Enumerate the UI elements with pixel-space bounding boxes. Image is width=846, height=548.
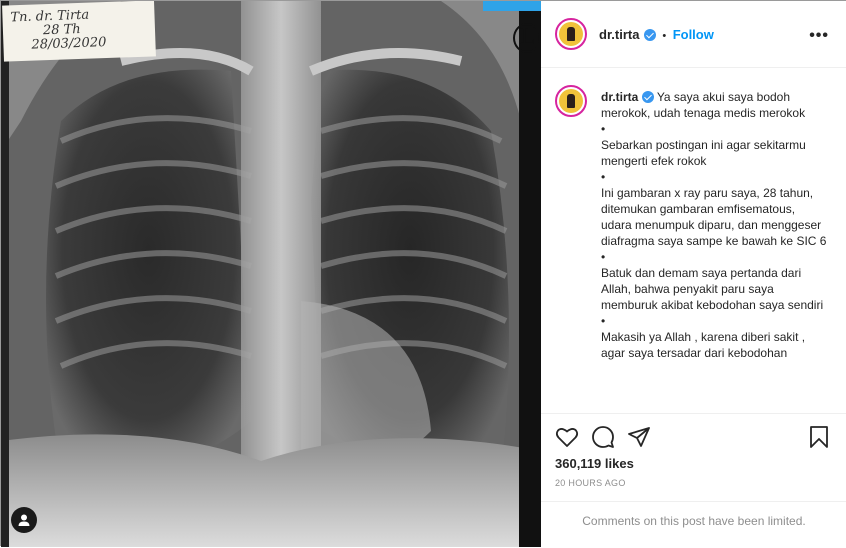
xray-side-marker: L xyxy=(513,23,541,53)
header-separator: • xyxy=(662,30,667,42)
header-avatar[interactable] xyxy=(555,18,587,50)
post-timestamp[interactable]: 20 HOURS AGO xyxy=(555,478,626,488)
verified-badge-icon xyxy=(643,29,656,41)
more-options-icon[interactable]: ••• xyxy=(809,27,829,45)
comments-limited-notice: Comments on this post have been limited. xyxy=(541,501,846,548)
caption-text: dr.tirta Ya saya akui saya bodoh merokok… xyxy=(601,89,827,361)
caption-paragraph-3: Ini gambaran x ray paru saya, 28 tahun, … xyxy=(601,186,827,248)
user-tag-button[interactable] xyxy=(11,507,37,533)
post-actions: 360,119 likes 20 HOURS AGO xyxy=(541,413,846,502)
media-top-strip xyxy=(483,1,541,11)
likes-count[interactable]: 360,119 likes xyxy=(555,456,634,471)
follow-button[interactable]: Follow xyxy=(673,27,714,42)
xray-label-date: 28/03/2020 xyxy=(31,35,107,53)
post-side-panel: dr.tirta • Follow ••• dr.tirta Ya saya a… xyxy=(541,1,846,547)
comment-icon[interactable] xyxy=(591,425,615,449)
caption-paragraph-5: Makasih ya Allah , karena diberi sakit ,… xyxy=(601,330,806,360)
caption-scroll-area[interactable]: dr.tirta Ya saya akui saya bodoh merokok… xyxy=(541,68,846,413)
caption-avatar[interactable] xyxy=(555,85,587,117)
caption-username[interactable]: dr.tirta xyxy=(601,90,638,104)
chest-xray-image xyxy=(1,1,541,547)
caption-bullet: • xyxy=(601,122,606,136)
caption-verified-badge-icon xyxy=(641,91,654,103)
user-tag-icon xyxy=(18,514,30,526)
caption-bullet: • xyxy=(601,314,606,328)
heart-icon[interactable] xyxy=(555,426,579,448)
instagram-post-window: Tn. dr. Tirta 28 Th 28/03/2020 L dr.tirt… xyxy=(0,0,846,547)
bookmark-icon[interactable] xyxy=(809,425,829,449)
header-username[interactable]: dr.tirta xyxy=(599,27,639,42)
caption-paragraph-4: Batuk dan demam saya pertanda dari Allah… xyxy=(601,266,824,312)
caption-bullet: • xyxy=(601,250,606,264)
post-media[interactable]: Tn. dr. Tirta 28 Th 28/03/2020 L xyxy=(1,1,541,547)
post-header: dr.tirta • Follow ••• xyxy=(541,1,846,68)
caption-bullet: • xyxy=(601,170,606,184)
share-icon[interactable] xyxy=(627,426,651,448)
caption-paragraph-2: Sebarkan postingan ini agar sekitarmu me… xyxy=(601,138,806,168)
xray-label-tag: Tn. dr. Tirta 28 Th 28/03/2020 xyxy=(2,1,156,62)
